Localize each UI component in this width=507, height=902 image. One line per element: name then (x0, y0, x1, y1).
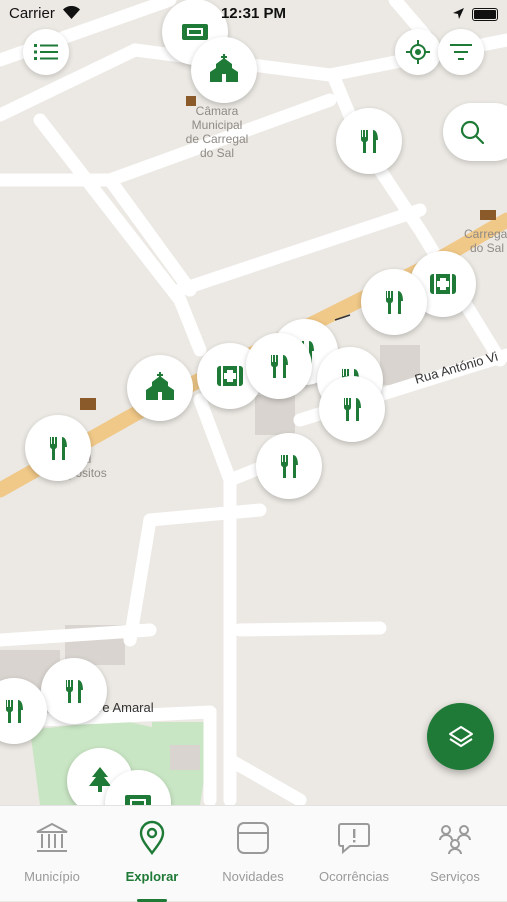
museum-icon (36, 822, 68, 852)
tab-servicos[interactable]: Serviços (405, 820, 505, 884)
tab-ocorrencias[interactable]: Ocorrências (304, 820, 404, 884)
tab-explorar[interactable]: Explorar (102, 820, 202, 884)
poi-marker-restaurant[interactable] (246, 333, 312, 399)
layers-button[interactable] (427, 703, 494, 770)
poi-marker-church[interactable] (191, 37, 257, 103)
locate-me-button[interactable] (395, 29, 441, 75)
location-pin-icon (139, 820, 165, 855)
battery-icon (472, 8, 498, 21)
tab-novidades[interactable]: Novidades (203, 820, 303, 884)
crosshair-icon (406, 40, 430, 64)
tab-label: Serviços (430, 869, 480, 884)
poi-marker-restaurant[interactable] (256, 433, 322, 499)
tab-bar: Município Explorar Novidades Ocorrências… (0, 805, 507, 902)
park-area-small (152, 722, 208, 746)
filter-icon (450, 44, 472, 60)
status-bar: Carrier 12:31 PM (0, 0, 507, 28)
people-network-icon (439, 825, 471, 855)
location-arrow-icon (453, 8, 464, 19)
list-icon (34, 44, 58, 60)
street-label-amaral: re Amaral (98, 700, 154, 715)
tab-label: Explorar (125, 869, 179, 884)
layers-icon (448, 725, 473, 747)
tab-municipio[interactable]: Município (2, 820, 102, 884)
tab-label: Município (24, 869, 80, 884)
search-button[interactable] (443, 103, 507, 161)
label-post-office: Carregal do Sal (463, 227, 507, 255)
tab-label: Ocorrências (318, 869, 390, 884)
label-camara: Câmara Municipal de Carregal do Sal (185, 104, 249, 160)
search-icon (460, 120, 484, 144)
poi-marker-restaurant[interactable] (336, 108, 402, 174)
poi-marker-restaurant[interactable] (319, 376, 385, 442)
filter-button[interactable] (438, 29, 484, 75)
tab-label: Novidades (222, 869, 284, 884)
poi-marker-restaurant[interactable] (41, 658, 107, 724)
poi-marker-restaurant[interactable] (361, 269, 427, 335)
news-card-icon (237, 822, 269, 854)
alert-bubble-icon (338, 823, 370, 855)
status-time: 12:31 PM (220, 5, 287, 22)
poi-marker-restaurant[interactable] (25, 415, 91, 481)
list-view-button[interactable] (23, 29, 69, 75)
poi-marker-church[interactable] (127, 355, 193, 421)
